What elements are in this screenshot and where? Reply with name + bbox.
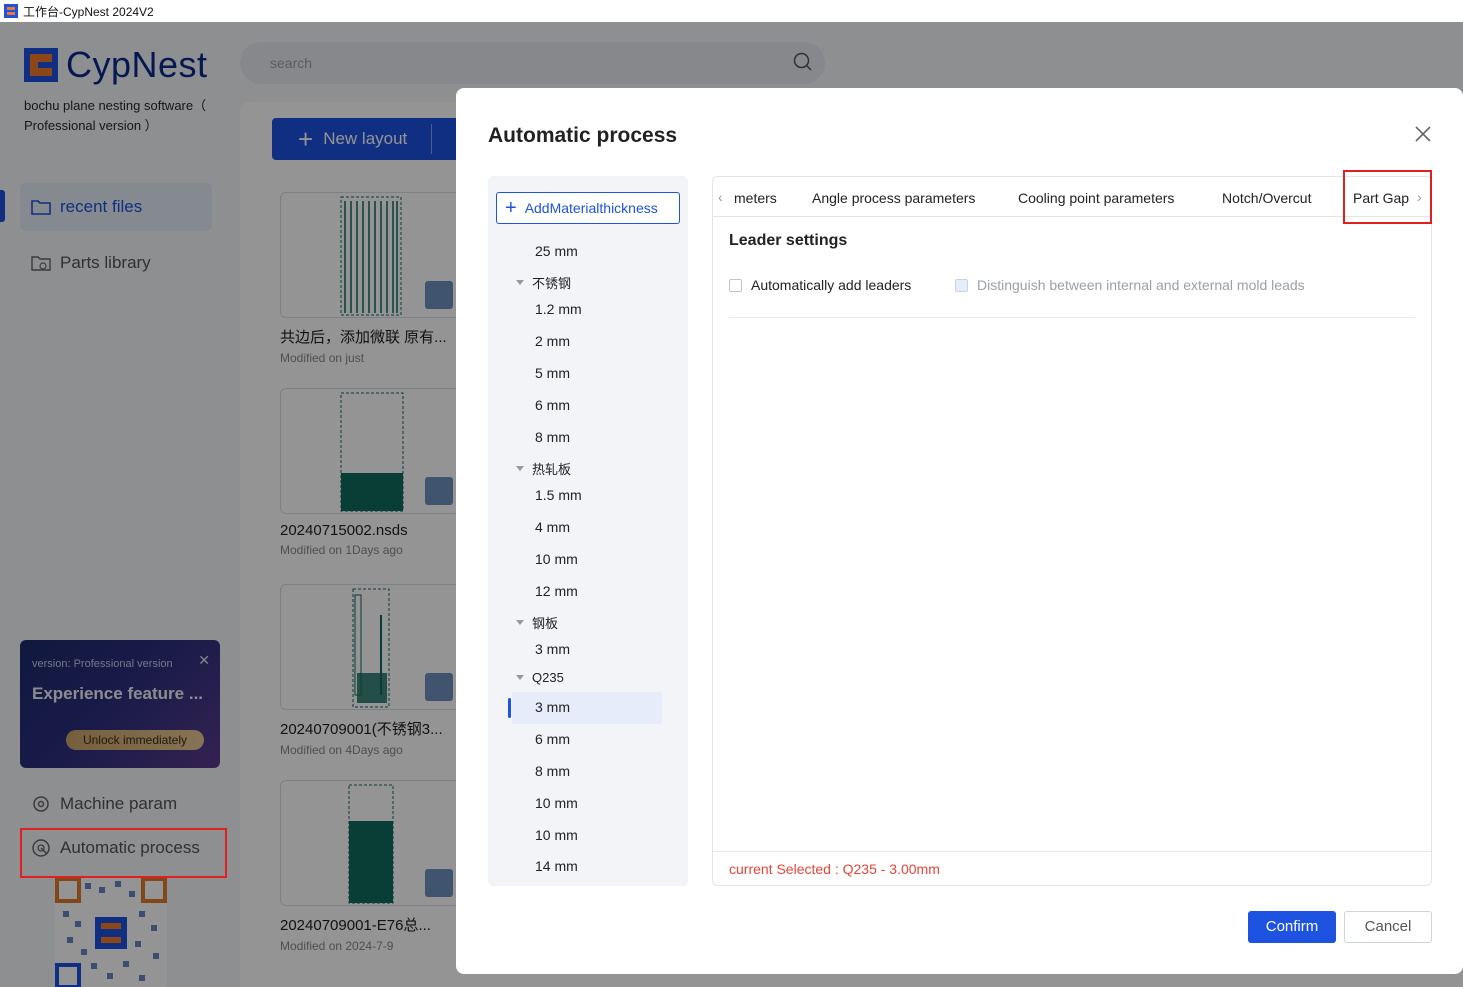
- tab-angle-process-parameters[interactable]: Angle process parameters: [812, 177, 975, 217]
- close-icon[interactable]: [1413, 124, 1433, 144]
- tree-item[interactable]: 6 mm: [535, 731, 570, 747]
- parameter-tabs: ‹ meters Angle process parameters Coolin…: [713, 177, 1431, 217]
- tree-group-label: Q235: [532, 670, 564, 685]
- tree-item[interactable]: 10 mm: [535, 795, 578, 811]
- chevron-left-icon[interactable]: ‹: [718, 189, 723, 205]
- add-button-label: AddMaterialthickness: [524, 200, 658, 216]
- checkbox-box[interactable]: [729, 278, 742, 292]
- tree-group[interactable]: Q235: [516, 670, 564, 685]
- app-logo-icon: [4, 4, 18, 18]
- window-titlebar: 工作台-CypNest 2024V2: [0, 0, 1463, 22]
- tree-item[interactable]: 25 mm: [535, 243, 578, 259]
- tree-item[interactable]: 8 mm: [535, 429, 570, 445]
- tab-meters[interactable]: meters: [734, 177, 777, 217]
- settings-panel: ‹ meters Angle process parameters Coolin…: [712, 176, 1432, 886]
- tree-item[interactable]: 1.5 mm: [535, 487, 582, 503]
- tree-item[interactable]: 4 mm: [535, 519, 570, 535]
- distinguish-leads-checkbox: Distinguish between internal and externa…: [955, 277, 1305, 293]
- current-selection-status: current Selected : Q235 - 3.00mm: [729, 861, 940, 877]
- tree-group-label: 钢板: [532, 616, 559, 631]
- auto-add-leaders-checkbox[interactable]: Automatically add leaders: [729, 277, 911, 293]
- tree-item[interactable]: 12 mm: [535, 583, 578, 599]
- tab-cooling-point-parameters[interactable]: Cooling point parameters: [1018, 177, 1174, 217]
- highlight-box: [1343, 170, 1432, 224]
- tree-item[interactable]: 10 mm: [535, 827, 578, 843]
- checkbox-label: Distinguish between internal and externa…: [977, 277, 1305, 293]
- tree-group[interactable]: 不锈钢: [516, 273, 571, 292]
- section-title: Leader settings: [729, 232, 848, 249]
- tree-group[interactable]: 钢板: [516, 613, 558, 632]
- highlight-box: [20, 828, 227, 878]
- window-title: 工作台-CypNest 2024V2: [23, 4, 154, 19]
- checkbox-box: [955, 278, 968, 292]
- caret-down-icon: [516, 280, 524, 285]
- plus-icon: +: [505, 197, 517, 219]
- caret-down-icon: [516, 620, 524, 625]
- checkbox-label: Automatically add leaders: [751, 277, 912, 293]
- divider: [729, 317, 1415, 318]
- material-thickness-tree: + AddMaterialthickness 25 mm 不锈钢 1.2 mm …: [488, 176, 688, 886]
- confirm-button[interactable]: Confirm: [1248, 911, 1336, 943]
- tree-group-label: 热轧板: [532, 462, 572, 477]
- tree-item-selected[interactable]: 3 mm: [535, 699, 570, 715]
- automatic-process-dialog: Automatic process + AddMaterialthickness…: [456, 88, 1463, 974]
- tree-group-label: 不锈钢: [532, 276, 572, 291]
- tree-item[interactable]: 5 mm: [535, 365, 570, 381]
- selection-indicator: [508, 698, 511, 718]
- tree-group[interactable]: 热轧板: [516, 459, 571, 478]
- tree-item[interactable]: 10 mm: [535, 551, 578, 567]
- tree-item[interactable]: 3 mm: [535, 641, 570, 657]
- status-bar: current Selected : Q235 - 3.00mm: [713, 851, 1431, 885]
- tree-item[interactable]: 1.2 mm: [535, 301, 582, 317]
- tree-item[interactable]: 8 mm: [535, 763, 570, 779]
- tree-item[interactable]: 14 mm: [535, 858, 578, 874]
- caret-down-icon: [516, 675, 524, 680]
- tab-notch-overcut[interactable]: Notch/Overcut: [1222, 177, 1311, 217]
- tree-item[interactable]: 2 mm: [535, 333, 570, 349]
- dialog-title: Automatic process: [488, 124, 678, 147]
- tree-item[interactable]: 6 mm: [535, 397, 570, 413]
- cancel-button[interactable]: Cancel: [1344, 911, 1432, 943]
- add-material-thickness-button[interactable]: + AddMaterialthickness: [496, 192, 680, 224]
- caret-down-icon: [516, 466, 524, 471]
